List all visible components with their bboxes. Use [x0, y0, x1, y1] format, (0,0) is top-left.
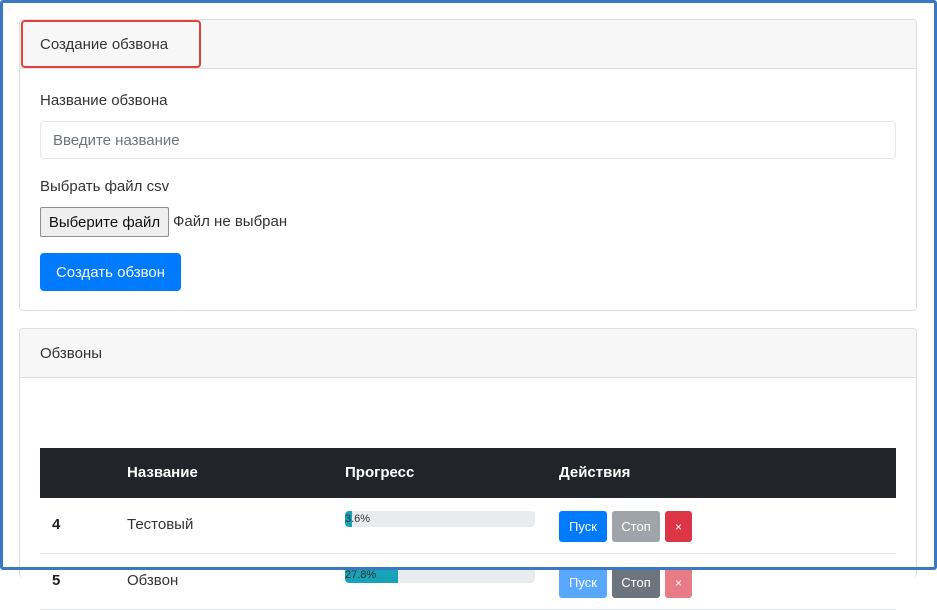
column-header-name: Название	[127, 464, 198, 481]
campaign-name-label: Название обзвона	[40, 92, 168, 109]
campaign-name-input[interactable]	[40, 121, 896, 159]
csv-file-label: Выбрать файл csv	[40, 178, 170, 195]
campaign-id: 4	[52, 516, 61, 533]
campaigns-table: Название Прогресс Действия 4 Тестовый 3.…	[40, 448, 896, 610]
create-campaign-button[interactable]: Создать обзвон	[40, 253, 181, 291]
progress-label: 3.6%	[345, 513, 371, 525]
delete-button[interactable]: ×	[665, 567, 692, 598]
column-header-progress: Прогресс	[345, 464, 415, 481]
progress-bar: 27.8%	[345, 567, 535, 583]
campaign-name: Обзвон	[127, 572, 179, 589]
stop-button[interactable]: Стоп	[612, 567, 660, 598]
progress-bar: 3.6%	[345, 511, 535, 527]
list-card-header: Обзвоны	[20, 329, 916, 378]
column-header-actions: Действия	[559, 464, 631, 481]
list-card-title: Обзвоны	[40, 344, 103, 362]
file-status-text: Файл не выбран	[173, 213, 288, 230]
create-call-campaign-card: Создание обзвона Название обзвона Выбрат…	[19, 19, 917, 311]
table-header: Название Прогресс Действия	[40, 448, 896, 498]
start-button[interactable]: Пуск	[559, 567, 607, 598]
delete-button[interactable]: ×	[665, 511, 692, 542]
campaign-name: Тестовый	[127, 516, 194, 533]
start-button[interactable]: Пуск	[559, 511, 607, 542]
progress-label: 27.8%	[345, 569, 377, 581]
header-highlight-box	[21, 20, 201, 68]
table-row: 5 Обзвон 27.8% Пуск Стоп ×	[40, 554, 896, 610]
stop-button[interactable]: Стоп	[612, 511, 660, 542]
table-row: 4 Тестовый 3.6% Пуск Стоп ×	[40, 498, 896, 554]
campaigns-list-card: Обзвоны Название Прогресс Действия 4 Тес…	[19, 328, 917, 610]
choose-file-button[interactable]: Выберите файл	[40, 207, 169, 237]
campaign-id: 5	[52, 572, 61, 589]
row-actions: Пуск Стоп ×	[559, 511, 692, 542]
row-actions: Пуск Стоп ×	[559, 567, 692, 598]
